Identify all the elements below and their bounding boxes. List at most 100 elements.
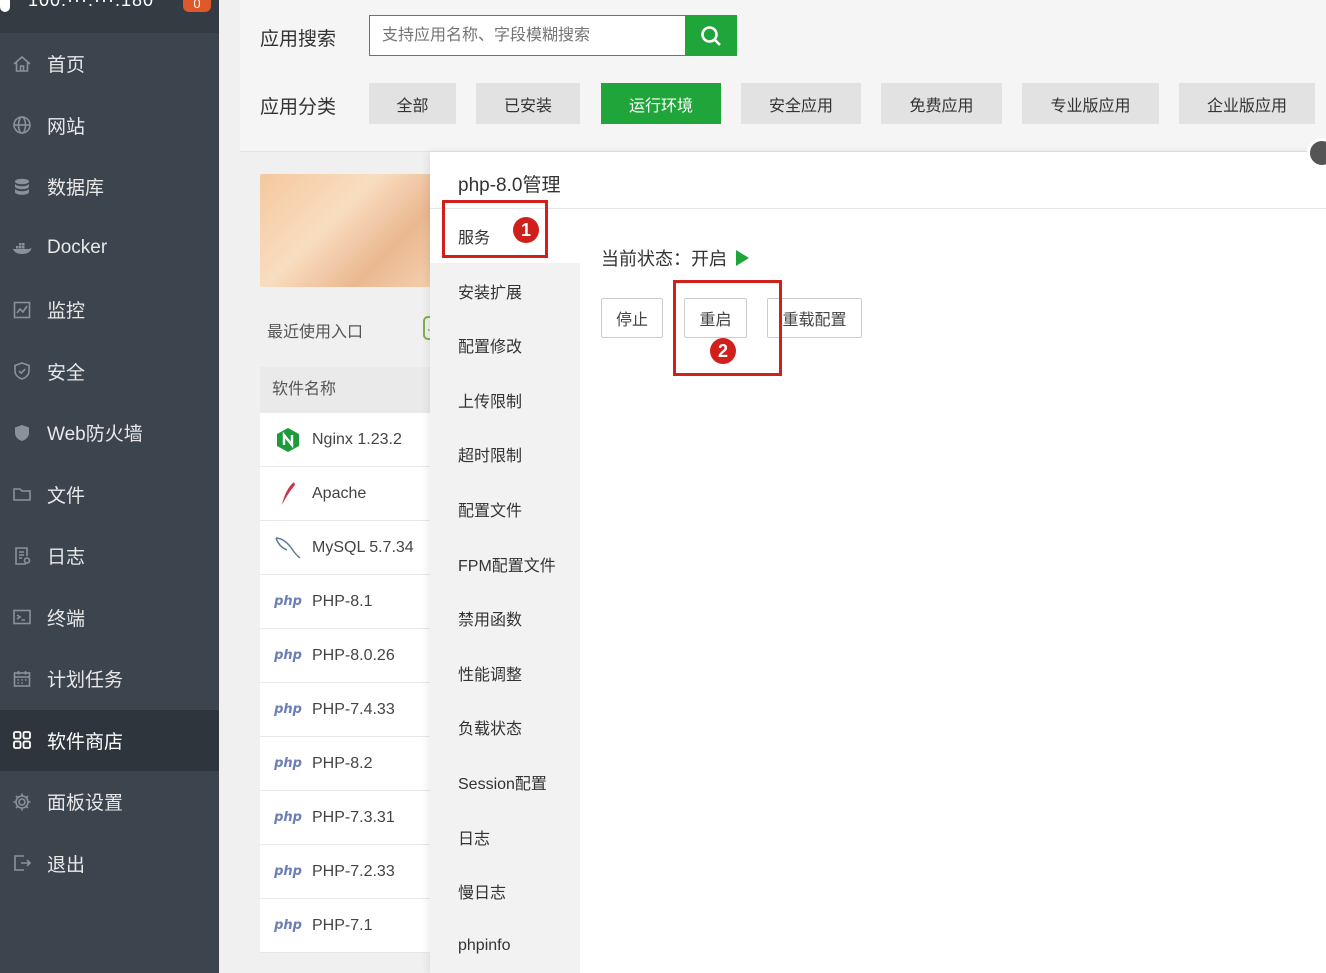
- sidebar-item-label: Docker: [47, 237, 108, 259]
- calendar-icon: [10, 667, 34, 691]
- menu-item-phpinfo[interactable]: phpinfo: [430, 919, 580, 973]
- sidebar-item-label: 面板设置: [47, 793, 124, 815]
- sidebar-item-website[interactable]: 网站: [0, 95, 219, 157]
- php-icon: php: [274, 756, 302, 771]
- status-label: 当前状态：: [601, 249, 691, 269]
- software-name: MySQL 5.7.34: [312, 538, 414, 556]
- category-free[interactable]: 免费应用: [881, 83, 1002, 124]
- play-icon: [736, 250, 749, 266]
- service-panel: 当前状态： 开启 停止 重启 重载配置: [580, 209, 1326, 973]
- software-name: PHP-7.2.33: [312, 862, 395, 880]
- menu-item-timeout-limit[interactable]: 超时限制: [430, 427, 580, 481]
- menu-item-load-status[interactable]: 负载状态: [430, 700, 580, 754]
- sidebar-item-app-store[interactable]: 软件商店: [0, 709, 219, 771]
- menu-item-fpm-config[interactable]: FPM配置文件: [430, 537, 580, 591]
- globe-icon: [10, 113, 34, 137]
- table-row[interactable]: MySQL 5.7.34: [260, 521, 440, 575]
- sidebar-item-label: 网站: [47, 116, 86, 138]
- table-row[interactable]: php PHP-7.2.33: [260, 845, 440, 899]
- category-all[interactable]: 全部: [369, 83, 456, 124]
- category-installed[interactable]: 已安装: [476, 83, 580, 124]
- menu-item-disabled-functions[interactable]: 禁用函数: [430, 591, 580, 645]
- folder-icon: [10, 482, 34, 506]
- php-icon: php: [274, 648, 302, 663]
- menu-item-config-file[interactable]: 配置文件: [430, 482, 580, 536]
- sidebar-item-home[interactable]: 首页: [0, 33, 219, 95]
- annotation-number-1: 1: [513, 217, 539, 243]
- firewall-icon: [10, 421, 34, 445]
- table-row[interactable]: Nginx 1.23.2: [260, 413, 440, 467]
- menu-item-install-extension[interactable]: 安装扩展: [430, 264, 580, 318]
- sidebar-item-settings[interactable]: 面板设置: [0, 771, 219, 833]
- sidebar-item-label: 首页: [47, 55, 86, 77]
- notification-badge[interactable]: 0: [183, 0, 211, 12]
- table-row[interactable]: php PHP-8.2: [260, 737, 440, 791]
- sidebar-item-docker[interactable]: Docker: [0, 218, 219, 280]
- menu-item-service[interactable]: 服务: [430, 209, 580, 263]
- sidebar-item-label: 安全: [47, 362, 86, 384]
- stop-button[interactable]: 停止: [601, 298, 663, 338]
- reload-config-button[interactable]: 重载配置: [767, 298, 862, 338]
- close-icon[interactable]: [1307, 138, 1326, 168]
- sidebar-item-logout[interactable]: 退出: [0, 833, 219, 895]
- software-name: PHP-8.2: [312, 754, 373, 772]
- php-icon: php: [274, 810, 302, 825]
- category-pro[interactable]: 专业版应用: [1022, 83, 1159, 124]
- table-header-software-name: 软件名称: [260, 367, 440, 413]
- software-name: PHP-7.1: [312, 916, 373, 934]
- table-row[interactable]: php PHP-7.4.33: [260, 683, 440, 737]
- log-icon: [10, 544, 34, 568]
- sidebar-item-terminal[interactable]: 终端: [0, 587, 219, 649]
- menu-item-config-edit[interactable]: 配置修改: [430, 318, 580, 372]
- sidebar-nav: 首页 网站 数据库 Docker 监控 安全 Web防火墙 文件 日志 终端 计…: [0, 33, 219, 894]
- search-label: 应用搜索: [260, 29, 337, 50]
- table-row[interactable]: php PHP-8.0.26: [260, 629, 440, 683]
- sidebar-item-database[interactable]: 数据库: [0, 156, 219, 218]
- menu-item-slow-log[interactable]: 慢日志: [430, 864, 580, 918]
- software-name: PHP-7.4.33: [312, 700, 395, 718]
- app-filter-panel: 应用搜索 应用分类 全部 已安装 运行环境 安全应用 免费应用 专业版应用 企业…: [240, 0, 1326, 152]
- recent-entry-label: 最近使用入口: [267, 324, 364, 341]
- menu-item-session-config[interactable]: Session配置: [430, 755, 580, 809]
- server-ip: 100.···.···.180: [28, 0, 155, 10]
- shield-icon: [10, 359, 34, 383]
- sidebar-item-waf[interactable]: Web防火墙: [0, 402, 219, 464]
- docker-icon: [10, 236, 34, 260]
- menu-item-performance[interactable]: 性能调整: [430, 646, 580, 700]
- status-value: 开启: [691, 249, 727, 269]
- sidebar-item-monitor[interactable]: 监控: [0, 279, 219, 341]
- search-icon: [701, 25, 721, 46]
- search-input[interactable]: [369, 15, 685, 56]
- table-row[interactable]: Apache: [260, 467, 440, 521]
- home-icon: [10, 52, 34, 76]
- category-runtime[interactable]: 运行环境: [601, 83, 721, 124]
- sidebar-item-files[interactable]: 文件: [0, 464, 219, 526]
- sidebar-item-logs[interactable]: 日志: [0, 525, 219, 587]
- table-row[interactable]: php PHP-7.3.31: [260, 791, 440, 845]
- restart-button[interactable]: 重启: [684, 298, 747, 338]
- promo-banner[interactable]: [260, 174, 440, 287]
- sidebar-item-label: 终端: [47, 608, 86, 630]
- category-label: 应用分类: [260, 97, 337, 118]
- sidebar-item-label: 软件商店: [47, 731, 124, 753]
- sidebar: 100.···.···.180 0 首页 网站 数据库 Docker 监控 安全: [0, 0, 219, 973]
- monitor-icon: [10, 298, 34, 322]
- sidebar-item-security[interactable]: 安全: [0, 341, 219, 403]
- software-name: Nginx 1.23.2: [312, 430, 402, 448]
- php-icon: php: [274, 702, 302, 717]
- service-status: 当前状态： 开启: [601, 245, 749, 271]
- category-security[interactable]: 安全应用: [741, 83, 861, 124]
- menu-item-upload-limit[interactable]: 上传限制: [430, 373, 580, 427]
- mysql-dolphin-icon: [274, 536, 302, 560]
- php-manage-dialog: php-8.0管理 服务 安装扩展 配置修改 上传限制 超时限制 配置文件 FP…: [430, 138, 1326, 973]
- sidebar-item-label: 计划任务: [47, 670, 124, 692]
- search-button[interactable]: [685, 15, 737, 56]
- php-icon: php: [274, 594, 302, 609]
- table-row[interactable]: php PHP-7.1: [260, 899, 440, 953]
- sidebar-item-cron[interactable]: 计划任务: [0, 648, 219, 710]
- menu-item-log[interactable]: 日志: [430, 810, 580, 864]
- category-enterprise[interactable]: 企业版应用: [1179, 83, 1315, 124]
- dialog-title: php-8.0管理: [458, 175, 561, 196]
- table-row[interactable]: php PHP-8.1: [260, 575, 440, 629]
- server-shield-icon: [0, 0, 10, 12]
